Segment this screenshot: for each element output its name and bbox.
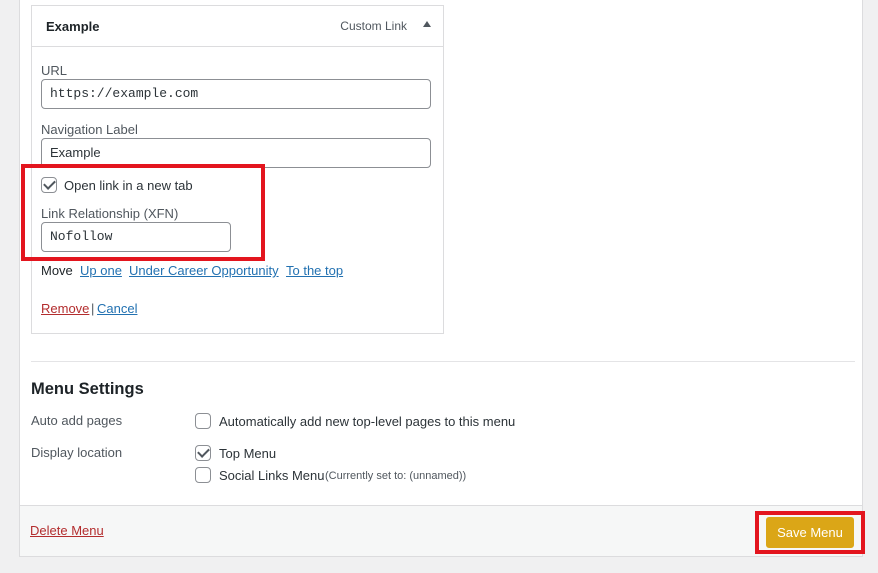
menu-footer xyxy=(19,505,863,557)
display-location-label: Display location xyxy=(31,445,123,460)
auto-add-checkbox[interactable] xyxy=(195,413,211,429)
delete-menu-link[interactable]: Delete Menu xyxy=(30,523,104,538)
move-up-link[interactable]: Up one xyxy=(80,263,122,278)
move-under-link[interactable]: Under Career Opportunity xyxy=(129,263,279,278)
navigation-label-label: Navigation Label xyxy=(41,122,138,137)
move-top-link[interactable]: To the top xyxy=(286,263,343,278)
social-links-note: (Currently set to: (unnamed)) xyxy=(325,470,467,482)
auto-add-option: Automatically add new top-level pages to… xyxy=(219,414,516,429)
collapse-arrow-icon[interactable] xyxy=(423,21,431,27)
top-menu-label: Top Menu xyxy=(219,446,277,461)
menu-item-type: Custom Link xyxy=(340,19,407,33)
section-divider xyxy=(31,361,855,362)
cancel-link[interactable]: Cancel xyxy=(97,301,137,316)
link-separator: | xyxy=(91,301,95,316)
menu-item-bar[interactable]: Example Custom Link xyxy=(32,6,443,47)
menu-settings-heading: Menu Settings xyxy=(31,380,144,398)
move-label: Move xyxy=(41,263,73,278)
url-input[interactable]: https://example.com xyxy=(41,79,431,109)
top-menu-checkbox[interactable] xyxy=(195,445,211,461)
auto-add-label: Auto add pages xyxy=(31,413,123,428)
highlight-box xyxy=(21,164,265,261)
menu-item-title: Example xyxy=(46,19,100,34)
social-links-checkbox[interactable] xyxy=(195,467,211,483)
social-links-label: Social Links Menu xyxy=(219,468,325,483)
url-label: URL xyxy=(41,63,68,78)
save-highlight-box xyxy=(755,511,865,554)
remove-link[interactable]: Remove xyxy=(41,301,89,316)
